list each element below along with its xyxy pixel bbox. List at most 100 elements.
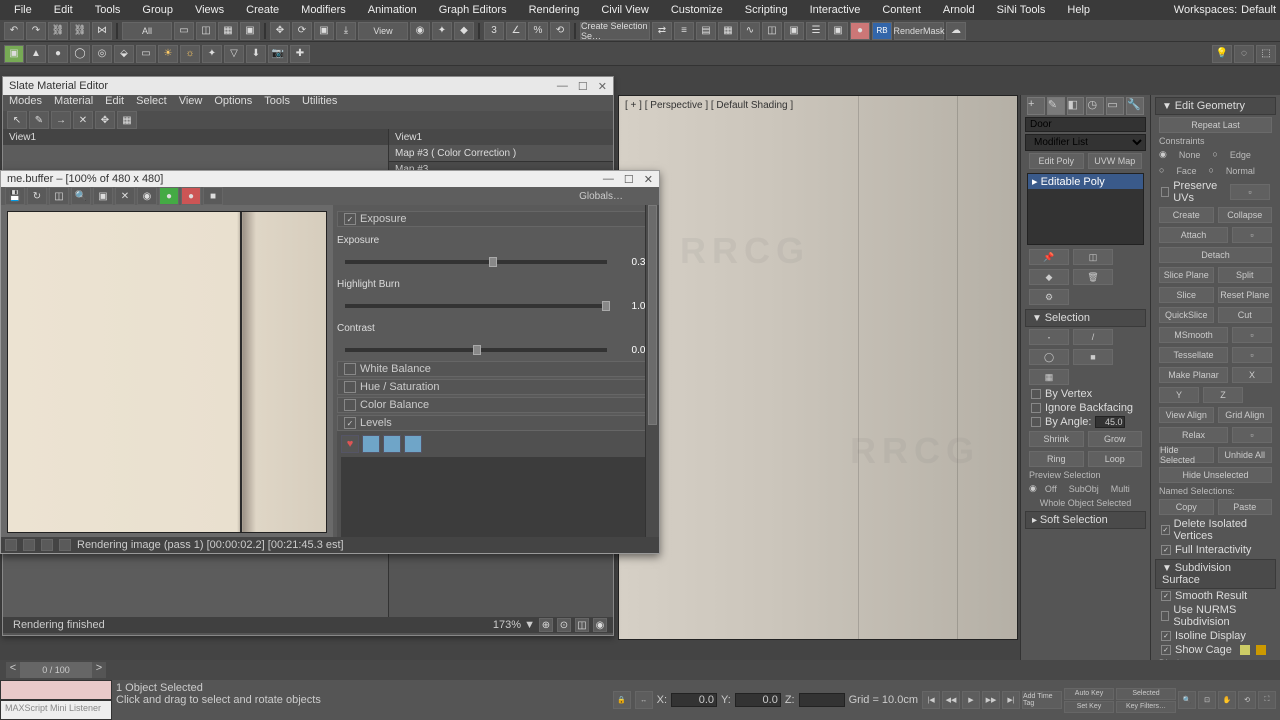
subobj-edge-icon[interactable]: / — [1073, 329, 1113, 345]
sme-menu-modes[interactable]: Modes — [9, 95, 42, 111]
checkbox-icon[interactable]: ✓ — [1161, 545, 1171, 555]
rollout-softselection[interactable]: ▸ Soft Selection — [1025, 511, 1146, 529]
next-frame-icon[interactable]: > — [92, 662, 106, 678]
preserveuvs-settings[interactable]: ▫ — [1230, 184, 1270, 200]
prim-teapot-icon[interactable]: ⬙ — [114, 45, 134, 63]
sme-nav-icon[interactable]: ◉ — [593, 618, 607, 632]
configure-icon[interactable]: ⚙ — [1029, 289, 1069, 305]
menu-customize[interactable]: Customize — [661, 2, 733, 18]
keymode-icon[interactable]: ◆ — [454, 22, 474, 40]
tess-settings[interactable]: ▫ — [1232, 347, 1272, 363]
sme-assign-icon[interactable]: → — [51, 111, 71, 129]
rb-exposure-slider[interactable] — [345, 260, 607, 264]
planar-z[interactable]: Z — [1203, 387, 1243, 403]
rb-icon[interactable]: RB — [872, 22, 892, 40]
menu-animation[interactable]: Animation — [358, 2, 427, 18]
prim-plane-icon[interactable]: ▭ — [136, 45, 156, 63]
cmd-tab-hierarchy-icon[interactable]: ◧ — [1067, 97, 1085, 115]
modifier-stack[interactable]: ▸ Editable Poly — [1027, 173, 1144, 245]
sme-nav-icon[interactable]: ⊕ — [539, 618, 553, 632]
pin-icon[interactable]: 📌 — [1029, 249, 1069, 265]
menu-interactive[interactable]: Interactive — [800, 2, 871, 18]
angle-snap-icon[interactable]: ∠ — [506, 22, 526, 40]
render-icon[interactable]: ● — [850, 22, 870, 40]
menu-scripting[interactable]: Scripting — [735, 2, 798, 18]
rendermask-button[interactable]: RenderMask — [894, 22, 944, 40]
checkbox-icon[interactable] — [344, 363, 356, 375]
spinner-snap-icon[interactable]: ⟲ — [550, 22, 570, 40]
sme-menu-material[interactable]: Material — [54, 95, 93, 111]
x-field[interactable]: 0.0 — [671, 693, 717, 707]
sme-zoom[interactable]: 173% ▼ — [493, 619, 535, 631]
ring-button[interactable]: Ring — [1029, 451, 1084, 467]
window-crossing-icon[interactable]: ▣ — [240, 22, 260, 40]
checkbox-icon[interactable]: ✓ — [1161, 631, 1171, 641]
percent-snap-icon[interactable]: % — [528, 22, 548, 40]
msmooth-settings[interactable]: ▫ — [1232, 327, 1272, 343]
object-name-field[interactable] — [1025, 117, 1146, 132]
keymode-dropdown[interactable]: Selected — [1116, 688, 1176, 700]
cmd-tab-display-icon[interactable]: ▭ — [1106, 97, 1124, 115]
cage-color2[interactable] — [1256, 645, 1266, 655]
sliceplane-button[interactable]: Slice Plane — [1159, 267, 1214, 283]
planar-y[interactable]: Y — [1159, 387, 1199, 403]
z-field[interactable] — [799, 693, 845, 707]
sme-nav-icon[interactable]: ◫ — [575, 618, 589, 632]
menu-file[interactable]: File — [4, 2, 42, 18]
light-omni-icon[interactable]: ✦ — [202, 45, 222, 63]
relax-settings[interactable]: ▫ — [1232, 427, 1272, 443]
renderframe-icon[interactable]: ▣ — [828, 22, 848, 40]
cmd-tab-motion-icon[interactable]: ◷ — [1086, 97, 1104, 115]
subobj-radio[interactable]: SubObj — [1065, 483, 1103, 495]
menu-grapheditors[interactable]: Graph Editors — [429, 2, 517, 18]
helper-icon[interactable]: ✚ — [290, 45, 310, 63]
checkbox-icon[interactable] — [1031, 417, 1041, 427]
sme-move-icon[interactable]: ✥ — [95, 111, 115, 129]
subobj-element-icon[interactable]: ▦ — [1029, 369, 1069, 385]
vp-stats-icon[interactable]: ⬚ — [1256, 45, 1276, 63]
checkbox-icon[interactable]: ✓ — [1161, 591, 1171, 601]
setkey-button[interactable]: Set Key — [1064, 701, 1114, 713]
msmooth-button[interactable]: MSmooth — [1159, 327, 1228, 343]
prim-sphere-icon[interactable]: ● — [48, 45, 68, 63]
y-field[interactable]: 0.0 — [735, 693, 781, 707]
sme-view-tab[interactable]: View1 — [3, 129, 388, 145]
rb-exposure-section[interactable]: ✓ Exposure — [337, 211, 651, 227]
sme-titlebar[interactable]: Slate Material Editor — ☐ ✕ — [3, 77, 613, 95]
mirror-icon[interactable]: ⇄ — [652, 22, 672, 40]
rb-status-icon[interactable] — [41, 539, 53, 551]
checkbox-icon[interactable] — [1161, 611, 1169, 621]
prev-key-icon[interactable]: ◀◀ — [942, 691, 960, 709]
viewport-label[interactable]: [ + ] [ Perspective ] [ Default Shading … — [625, 100, 793, 111]
time-slider[interactable]: < 0 / 100 > — [6, 662, 106, 678]
detach-button[interactable]: Detach — [1159, 247, 1272, 263]
place-icon[interactable]: ⤓ — [336, 22, 356, 40]
rb-zoom-icon[interactable]: 🔍 — [71, 187, 91, 205]
cage-color1[interactable] — [1240, 645, 1250, 655]
autokey-button[interactable]: Auto Key — [1064, 688, 1114, 700]
stack-item-editablepoly[interactable]: ▸ Editable Poly — [1028, 174, 1143, 189]
sme-menu-options[interactable]: Options — [214, 95, 252, 111]
vp-settings-icon[interactable]: ◌ — [1234, 45, 1254, 63]
hideunsel-button[interactable]: Hide Unselected — [1159, 467, 1272, 483]
cmd-tab-modify-icon[interactable]: ✎ — [1047, 97, 1065, 115]
menu-content[interactable]: Content — [872, 2, 931, 18]
rb-rgb-icon[interactable]: ◉ — [137, 187, 157, 205]
close-icon[interactable]: ✕ — [644, 173, 653, 186]
cmd-tab-utilities-icon[interactable]: 🔧 — [1126, 97, 1144, 115]
sme-menu-view[interactable]: View — [179, 95, 203, 111]
resetplane-button[interactable]: Reset Plane — [1218, 287, 1273, 303]
quickslice-button[interactable]: QuickSlice — [1159, 307, 1214, 323]
checkbox-icon[interactable] — [344, 399, 356, 411]
light-sun-icon[interactable]: ☀ — [158, 45, 178, 63]
prim-cylinder-icon[interactable]: ◯ — [70, 45, 90, 63]
rollout-selection[interactable]: ▼ Selection — [1025, 309, 1146, 327]
checkbox-icon[interactable] — [1031, 389, 1041, 399]
menu-help[interactable]: Help — [1057, 2, 1100, 18]
abs-rel-icon[interactable]: ↔ — [635, 691, 653, 709]
vp-bulb-icon[interactable]: 💡 — [1212, 45, 1232, 63]
rb-save-icon[interactable]: 💾 — [5, 187, 25, 205]
close-icon[interactable]: ✕ — [598, 80, 607, 93]
viewalign-button[interactable]: View Align — [1159, 407, 1214, 423]
curveditor-icon[interactable]: ∿ — [740, 22, 760, 40]
